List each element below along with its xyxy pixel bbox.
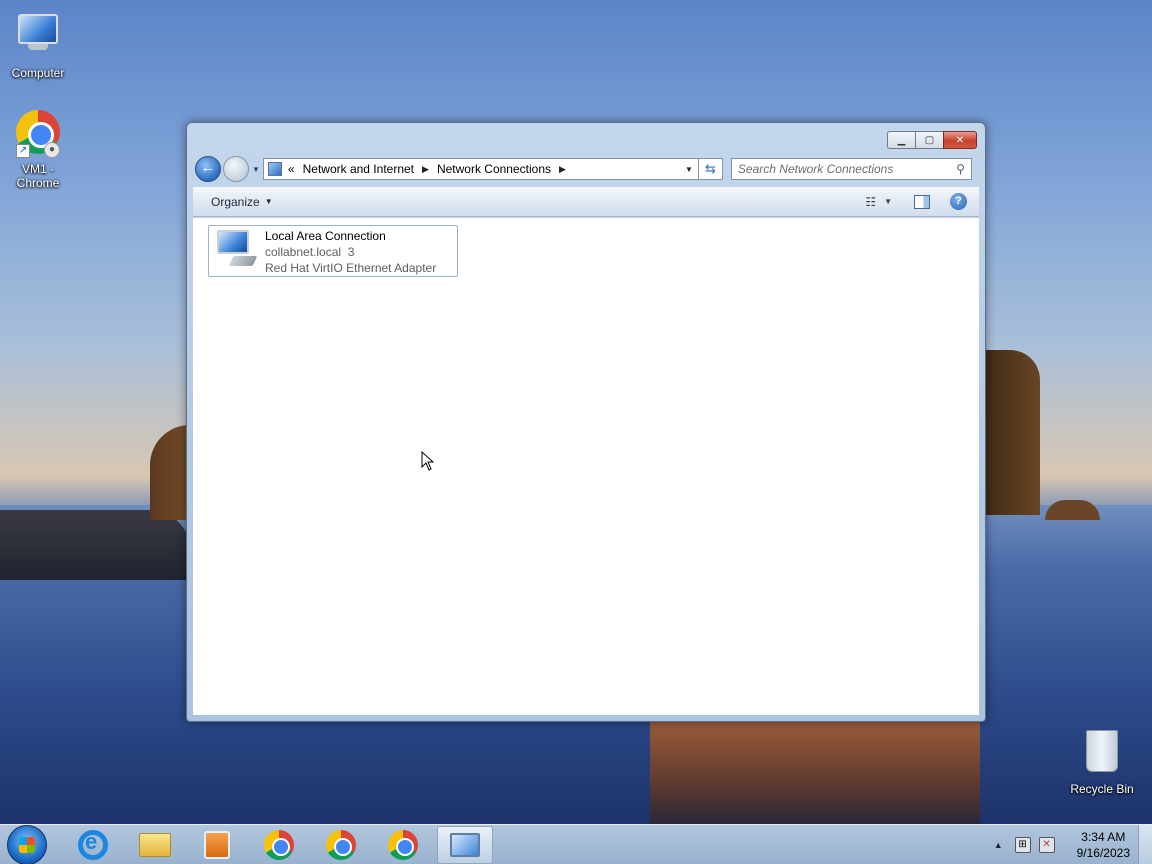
network-adapter-icon xyxy=(213,228,259,274)
chrome-icon xyxy=(388,829,418,860)
taskbar-internet-explorer[interactable] xyxy=(65,826,121,864)
chevron-down-icon: ▼ xyxy=(884,197,892,206)
caption-buttons: ▁ ▢ ✕ xyxy=(887,131,977,149)
chrome-icon: ↗ ● xyxy=(14,110,62,158)
taskbar-chrome[interactable] xyxy=(251,826,307,864)
organize-label: Organize xyxy=(211,194,260,209)
volume-muted-icon[interactable]: ✕ xyxy=(1038,836,1055,853)
change-view-button[interactable]: ☷ ▼ xyxy=(865,195,892,209)
preview-pane-button[interactable] xyxy=(914,194,930,209)
desktop-icon-vm1-chrome[interactable]: ↗ ● VM1 - Chrome xyxy=(0,108,76,190)
network-connections-window: ▁ ▢ ✕ ← ▼ « Network and Internet ▶ Netwo… xyxy=(186,122,986,722)
shortcut-arrow-icon: ↗ xyxy=(16,144,30,158)
connection-adapter: Red Hat VirtIO Ethernet Adapter xyxy=(265,261,437,275)
computer-icon xyxy=(14,14,62,62)
folder-icon xyxy=(139,832,171,857)
navigation-bar: ← ▼ « Network and Internet ▶ Network Con… xyxy=(195,155,977,183)
internet-explorer-icon xyxy=(78,829,108,860)
refresh-icon: ⇆ xyxy=(704,161,716,176)
recent-pages-dropdown[interactable]: ▼ xyxy=(252,165,260,174)
recycle-bin-icon xyxy=(1078,730,1126,778)
taskbar-chrome-2[interactable] xyxy=(375,826,431,864)
forward-button[interactable] xyxy=(223,156,249,182)
minimize-button[interactable]: ▁ xyxy=(887,131,915,149)
breadcrumb-separator-icon[interactable]: ▶ xyxy=(422,164,429,175)
taskbar-network-connections[interactable] xyxy=(437,825,493,864)
breadcrumb-separator-icon[interactable]: ▶ xyxy=(559,164,566,175)
control-panel-icon xyxy=(450,832,480,857)
network-folder-icon xyxy=(267,162,282,176)
command-bar: Organize ▼ ☷ ▼ ? xyxy=(193,187,979,217)
connection-network: collabnet.local 3 xyxy=(265,245,355,259)
clock-date: 9/16/2023 xyxy=(1076,845,1130,860)
wallpaper-rock-right xyxy=(980,350,1040,515)
mouse-cursor-icon xyxy=(421,451,435,471)
view-options-icon: ☷ xyxy=(865,194,877,209)
taskbar-clock[interactable]: 3:34 AM 9/16/2023 xyxy=(1077,829,1130,861)
taskbar-chrome-profile[interactable] xyxy=(313,826,369,864)
wallpaper-rock-small xyxy=(1045,500,1100,520)
taskbar-media-player[interactable] xyxy=(189,826,245,864)
wallpaper-reflection xyxy=(650,720,980,825)
connection-item-local-area[interactable]: Local Area Connection collabnet.local 3 … xyxy=(208,225,458,277)
back-button[interactable]: ← xyxy=(195,156,221,182)
media-player-icon xyxy=(204,830,230,859)
taskbar: ▲ ⊞ ✕ 3:34 AM 9/16/2023 xyxy=(0,824,1152,864)
search-box[interactable]: ⚲ xyxy=(730,158,972,180)
address-dropdown-icon[interactable]: ▼ xyxy=(680,165,698,174)
chevron-down-icon: ▼ xyxy=(264,197,273,206)
show-hidden-icons-button[interactable]: ▲ xyxy=(994,840,1003,850)
refresh-button[interactable]: ⇆ xyxy=(698,158,723,180)
breadcrumb-network-and-internet[interactable]: Network and Internet xyxy=(303,162,414,176)
back-arrow-icon: ← xyxy=(200,159,216,176)
person-badge-icon: ● xyxy=(44,142,60,158)
start-button[interactable] xyxy=(7,824,47,864)
taskbar-windows-explorer[interactable] xyxy=(127,826,183,864)
desktop-icon-computer[interactable]: Computer xyxy=(0,8,76,80)
breadcrumb-network-connections[interactable]: Network Connections xyxy=(437,162,551,176)
organize-button[interactable]: Organize ▼ xyxy=(211,195,273,209)
clock-time: 3:34 AM xyxy=(1081,829,1126,844)
desktop-icon-recycle-bin[interactable]: Recycle Bin xyxy=(1064,728,1140,796)
desktop-icon-label: Computer xyxy=(11,66,65,80)
address-bar[interactable]: « Network and Internet ▶ Network Connect… xyxy=(262,158,699,180)
maximize-button[interactable]: ▢ xyxy=(915,131,943,149)
help-button[interactable]: ? xyxy=(950,193,967,210)
address-overflow-chevrons[interactable]: « xyxy=(288,162,295,176)
chrome-profile-icon xyxy=(326,829,356,860)
chrome-icon xyxy=(264,829,294,860)
search-input[interactable] xyxy=(737,162,957,176)
wallpaper-shore xyxy=(0,510,190,580)
close-button[interactable]: ✕ xyxy=(943,131,977,149)
show-desktop-button[interactable] xyxy=(1138,824,1152,864)
system-tray: ▲ ⊞ ✕ 3:34 AM 9/16/2023 xyxy=(994,824,1152,864)
desktop-icon-label: VM1 - Chrome xyxy=(16,162,60,190)
search-icon[interactable]: ⚲ xyxy=(956,162,965,176)
network-tray-icon[interactable]: ⊞ xyxy=(1014,836,1031,853)
desktop-icon-label: Recycle Bin xyxy=(1070,782,1134,796)
connections-list[interactable]: Local Area Connection collabnet.local 3 … xyxy=(193,218,979,715)
connection-name: Local Area Connection xyxy=(265,229,386,243)
